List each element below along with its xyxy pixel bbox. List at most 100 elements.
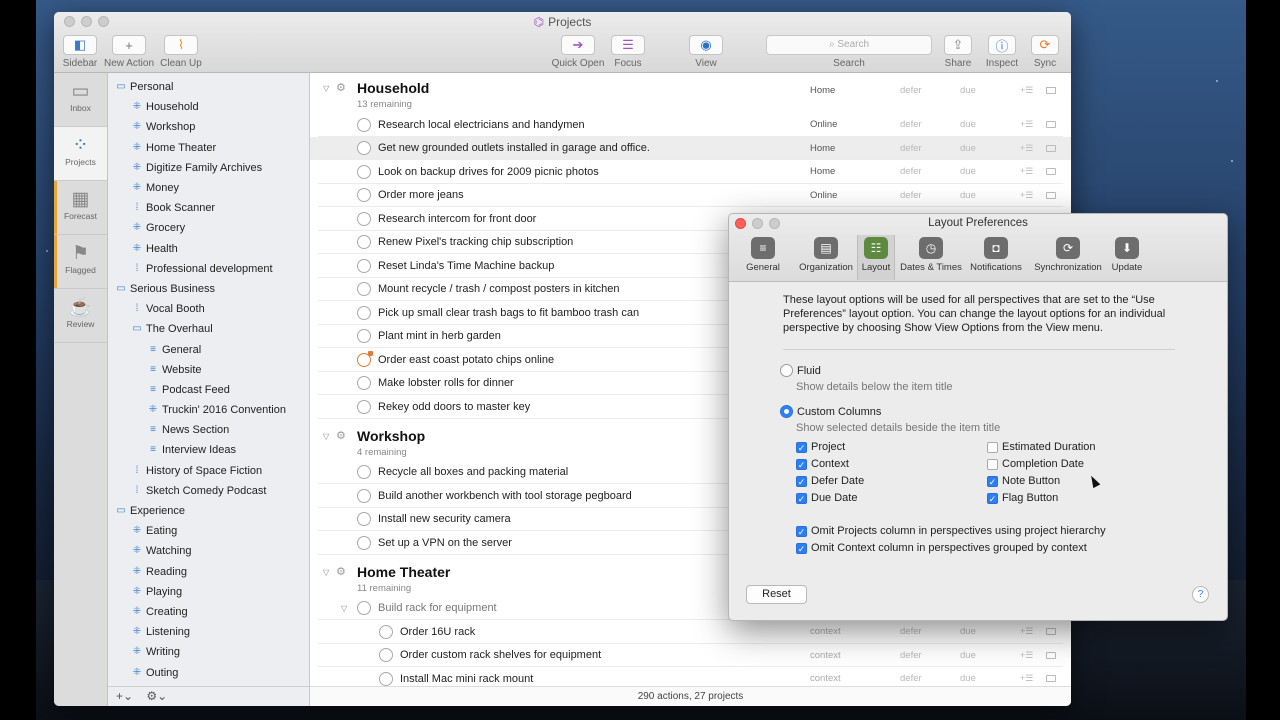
status-circle[interactable]	[357, 535, 371, 550]
sidebar-item[interactable]: ▭ Serious Business	[108, 279, 309, 299]
status-circle[interactable]	[357, 258, 371, 273]
sidebar-button[interactable]: ◧ Sidebar	[60, 35, 100, 69]
project-title[interactable]: Household	[357, 80, 429, 96]
action-row[interactable]: Order more jeans Online defer due +☰	[310, 184, 1071, 207]
quick-open-button[interactable]: ➔ Quick Open	[551, 35, 605, 69]
context-column-checkbox[interactable]: ✓ Context	[796, 458, 849, 470]
sidebar-item[interactable]: ≡ Interview Ideas	[108, 440, 309, 460]
project-title[interactable]: Home Theater	[357, 564, 450, 580]
project-status-icon[interactable]: ⚙	[336, 81, 346, 94]
status-circle[interactable]	[357, 188, 371, 203]
share-button[interactable]: ⇪ Share	[941, 35, 975, 69]
add-item-button[interactable]: +⌄	[116, 689, 133, 703]
perspective-flagged[interactable]: ⚑ Flagged	[54, 235, 107, 289]
context-cell[interactable]: Online	[810, 119, 837, 130]
status-circle[interactable]	[357, 117, 371, 132]
defer-cell[interactable]: defer	[900, 626, 922, 637]
sidebar-item[interactable]: ⁞ Sketch Comedy Podcast	[108, 481, 309, 501]
action-title[interactable]: Pick up small clear trash bags to fit ba…	[378, 307, 639, 319]
tab-update[interactable]: ⬇ Update	[1109, 235, 1145, 280]
sync-button[interactable]: ⟳ Sync	[1028, 35, 1062, 69]
status-circle[interactable]	[379, 671, 393, 686]
action-title[interactable]: Research intercom for front door	[378, 213, 536, 225]
action-row[interactable]: Get new grounded outlets installed in ga…	[310, 136, 1071, 160]
disclosure-triangle-icon[interactable]: ▽	[323, 432, 329, 441]
sidebar-item[interactable]: ⁜ Truckin' 2016 Convention	[108, 400, 309, 420]
status-circle[interactable]	[379, 648, 393, 663]
action-title[interactable]: Look on backup drives for 2009 picnic ph…	[378, 166, 599, 178]
sidebar-item[interactable]: ⁜ Watching	[108, 541, 309, 561]
action-title[interactable]: Install new security camera	[378, 513, 511, 525]
action-title[interactable]: Set up a VPN on the server	[378, 537, 512, 549]
action-title[interactable]: Order more jeans	[378, 189, 464, 201]
project-title[interactable]: Workshop	[357, 428, 425, 444]
defer-cell[interactable]: defer	[900, 673, 922, 684]
inspect-button[interactable]: ⓘ Inspect	[982, 35, 1022, 69]
defer-cell[interactable]: defer	[900, 166, 922, 177]
perspective-forecast[interactable]: ▦ Forecast	[54, 181, 107, 235]
action-title[interactable]: Research local electricians and handymen	[378, 119, 585, 131]
status-circle[interactable]	[357, 376, 371, 391]
status-circle[interactable]	[357, 305, 371, 320]
note-button-icon[interactable]: +☰	[1020, 673, 1033, 684]
due-cell[interactable]: due	[960, 650, 976, 661]
context-cell[interactable]: Home	[810, 143, 835, 154]
tab-notifications[interactable]: ◘ Notifications	[967, 235, 1025, 280]
action-title[interactable]: Rekey odd doors to master key	[378, 401, 530, 413]
action-title[interactable]: Plant mint in herb garden	[378, 330, 501, 342]
due-cell[interactable]: due	[960, 143, 976, 154]
project-status-icon[interactable]: ⚙	[336, 565, 346, 578]
sidebar-item[interactable]: ▭ The Overhaul	[108, 319, 309, 339]
sidebar-item[interactable]: ⁜ Health	[108, 239, 309, 259]
flag-button-icon[interactable]	[1046, 87, 1056, 94]
project-status-icon[interactable]: ⚙	[336, 429, 346, 442]
due-cell[interactable]: due	[960, 85, 976, 96]
sidebar-settings-button[interactable]: ⚙⌄	[146, 689, 167, 703]
status-circle[interactable]	[357, 465, 371, 480]
clean-up-button[interactable]: ⌇ Clean Up	[160, 35, 202, 69]
perspective-inbox[interactable]: ▭ Inbox	[54, 73, 107, 127]
perspective-review[interactable]: ☕ Review	[54, 289, 107, 343]
note-button-icon[interactable]: +☰	[1020, 119, 1033, 130]
action-title[interactable]: Order east coast potato chips online	[378, 354, 554, 366]
action-title[interactable]: Install Mac mini rack mount	[400, 673, 533, 685]
status-circle[interactable]	[357, 141, 371, 156]
flag-button-icon[interactable]	[1046, 191, 1056, 199]
reset-button[interactable]: Reset	[746, 585, 807, 604]
status-circle[interactable]	[357, 350, 373, 367]
defer-cell[interactable]: defer	[900, 190, 922, 201]
flag-button-icon[interactable]	[1046, 144, 1056, 152]
sidebar-item[interactable]: ⁜ Creating	[108, 602, 309, 622]
action-title[interactable]: Order 16U rack	[400, 626, 475, 638]
defer-cell[interactable]: defer	[900, 85, 922, 96]
note-button-icon[interactable]: +☰	[1020, 626, 1033, 637]
defer-cell[interactable]: defer	[900, 650, 922, 661]
flag-button-icon[interactable]	[1046, 628, 1056, 636]
project-column-checkbox[interactable]: ✓ Project	[796, 441, 845, 453]
status-circle[interactable]	[357, 211, 371, 226]
note-button-icon[interactable]: +☰	[1020, 85, 1033, 96]
tab-layout[interactable]: ☷ Layout	[857, 235, 895, 280]
tab-dates-times[interactable]: ◷ Dates & Times	[897, 235, 965, 280]
context-cell[interactable]: Home	[810, 166, 835, 177]
status-circle[interactable]	[357, 235, 371, 250]
context-cell[interactable]: context	[810, 626, 841, 637]
sidebar-item[interactable]: ⁜ Workshop	[108, 117, 309, 137]
fluid-radio-button[interactable]	[780, 364, 793, 377]
action-row[interactable]: Order custom rack shelves for equipment c…	[310, 644, 1071, 667]
status-circle[interactable]	[357, 282, 371, 297]
perspective-projects[interactable]: ⁘ Projects	[54, 127, 107, 181]
disclosure-triangle-icon[interactable]: ▽	[341, 604, 347, 613]
sidebar-item[interactable]: ⁞ Vocal Booth	[108, 299, 309, 319]
action-title[interactable]: Mount recycle / trash / compost posters …	[378, 283, 620, 295]
action-row[interactable]: Look on backup drives for 2009 picnic ph…	[310, 160, 1071, 184]
disclosure-triangle-icon[interactable]: ▽	[323, 84, 329, 93]
help-button[interactable]: ?	[1192, 586, 1209, 603]
action-title[interactable]: Make lobster rolls for dinner	[378, 377, 514, 389]
action-title[interactable]: Reset Linda's Time Machine backup	[378, 260, 554, 272]
due-date-column-checkbox[interactable]: ✓ Due Date	[796, 492, 857, 504]
sidebar-item[interactable]: ≡ Website	[108, 360, 309, 380]
sidebar-item[interactable]: ⁜ Digitize Family Archives	[108, 158, 309, 178]
sidebar-item[interactable]: ⁜ Home Theater	[108, 138, 309, 158]
status-circle[interactable]	[357, 399, 371, 414]
